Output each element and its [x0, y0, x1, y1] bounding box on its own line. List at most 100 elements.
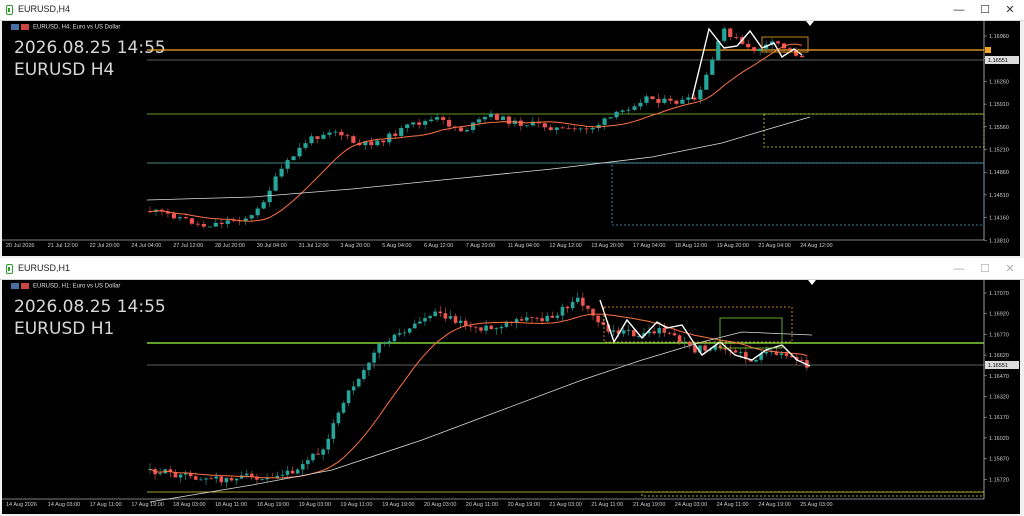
candle-body — [316, 453, 320, 455]
candle-body — [656, 98, 661, 103]
chart-shift-marker — [806, 21, 814, 26]
time-label: 20 Jul 2026 — [6, 243, 34, 249]
candle-body — [183, 217, 188, 219]
maximize-button[interactable]: ☐ — [977, 261, 993, 277]
candle-body — [303, 143, 308, 148]
candle-body — [499, 326, 504, 329]
candle-body — [458, 127, 464, 132]
candle-body — [369, 141, 374, 146]
candle-body — [345, 135, 350, 137]
candle-body — [418, 321, 422, 324]
price-chart[interactable]: EURUSD, H4: Euro vs US Dollar 2026.08.25… — [2, 21, 1020, 256]
time-label: 21 Aug 19:00 — [633, 502, 665, 508]
candle-body — [280, 474, 285, 476]
candle-body — [244, 473, 249, 476]
candle-body — [668, 98, 673, 101]
price-label: 1.16960 — [989, 34, 1009, 40]
candle-body — [341, 403, 346, 413]
time-label: 19 Aug 19:00 — [382, 502, 414, 508]
chart-window-icon — [6, 264, 13, 274]
candle-body — [470, 122, 476, 131]
chart-window-h1[interactable]: EURUSD,H1 — ☐ ✕ EURUSD, H1: Euro vs US D… — [0, 259, 1024, 516]
price-chart[interactable]: EURUSD, H1: Euro vs US Dollar 2026.08.25… — [2, 280, 1020, 514]
current-price-label: 1.16551 — [988, 58, 1008, 64]
time-label: 22 Jul 20:00 — [90, 243, 120, 249]
candle-body — [407, 328, 412, 333]
candle-body — [229, 477, 234, 481]
candle-body — [382, 342, 387, 344]
time-label: 19 Aug 20:00 — [717, 243, 749, 249]
candle-body — [458, 320, 463, 323]
time-label: 12 Aug 12:00 — [549, 243, 581, 249]
candle-body — [667, 332, 672, 334]
candle-body — [484, 325, 488, 331]
candle-body — [554, 127, 559, 130]
candle-body — [225, 220, 230, 224]
close-button[interactable]: ✕ — [1002, 2, 1018, 18]
price-label: 1.16320 — [989, 395, 1009, 401]
candle-body — [423, 121, 428, 125]
candle-body — [611, 330, 616, 332]
candle-body — [494, 328, 499, 330]
zigzag-line — [691, 27, 803, 100]
candle-body — [397, 333, 402, 335]
candle-body — [620, 110, 625, 112]
chart-window-h4[interactable]: EURUSD,H4 — ☐ ✕ EURUSD, H4: Euro vs US D… — [0, 0, 1024, 258]
minimize-button[interactable]: — — [951, 261, 967, 277]
moving-average-fast — [149, 43, 803, 222]
candle-body — [194, 476, 198, 480]
candle-body — [566, 128, 571, 130]
chart-shift-marker — [808, 280, 816, 285]
window-title: EURUSD,H4 — [18, 4, 71, 14]
candle-body — [674, 100, 679, 104]
candle-body — [677, 335, 682, 342]
candle-body — [581, 297, 585, 306]
time-label: 14 Aug 03:00 — [48, 502, 80, 508]
candle-body — [189, 218, 194, 224]
window-titlebar[interactable]: EURUSD,H4 — ☐ ✕ — [0, 0, 1024, 21]
candle-body — [417, 122, 422, 125]
candle-body — [279, 168, 284, 177]
price-label: 1.15210 — [989, 148, 1009, 154]
candle-body — [393, 133, 398, 136]
candle-body — [560, 306, 565, 316]
time-label: 20 Aug 03:00 — [424, 502, 456, 508]
candle-body — [738, 352, 743, 353]
candle-body — [601, 322, 605, 325]
candle-body — [275, 475, 280, 478]
candle-body — [446, 119, 452, 127]
time-label: 20 Aug 19:00 — [508, 502, 540, 508]
minimize-button[interactable]: — — [951, 2, 967, 18]
candle-body — [177, 217, 183, 219]
time-label: 24 Aug 19:00 — [758, 502, 790, 508]
time-label: 17 Aug 19:00 — [131, 502, 163, 508]
candle-body — [443, 313, 448, 319]
candle-body — [652, 331, 656, 334]
time-label: 11 Aug 04:00 — [508, 243, 540, 249]
candle-body — [331, 423, 336, 439]
price-label: 1.16020 — [989, 436, 1009, 442]
candle-body — [207, 226, 212, 228]
candle-body — [703, 345, 707, 351]
close-button[interactable]: ✕ — [1002, 261, 1018, 277]
candle-body — [626, 109, 631, 111]
time-label: 19 Aug 11:00 — [340, 502, 372, 508]
time-label: 20 Aug 11:00 — [466, 502, 498, 508]
candle-body — [402, 332, 407, 334]
maximize-button[interactable]: ☐ — [977, 2, 993, 18]
time-label: 24 Aug 11:00 — [717, 502, 749, 508]
candle-body — [584, 128, 589, 130]
moving-average-slow — [146, 116, 811, 201]
candle-body — [290, 470, 295, 474]
candle-body — [367, 362, 371, 371]
candle-body — [306, 460, 310, 465]
candle-body — [438, 311, 443, 314]
candle-body — [441, 117, 446, 120]
time-label: 3 Aug 20:00 — [340, 243, 369, 249]
price-label: 1.15870 — [989, 457, 1009, 463]
candle-body — [752, 47, 757, 52]
time-label: 13 Aug 20:00 — [591, 243, 623, 249]
candle-body — [602, 118, 607, 125]
window-titlebar[interactable]: EURUSD,H1 — ☐ ✕ — [0, 259, 1024, 280]
level-marker — [985, 47, 991, 53]
